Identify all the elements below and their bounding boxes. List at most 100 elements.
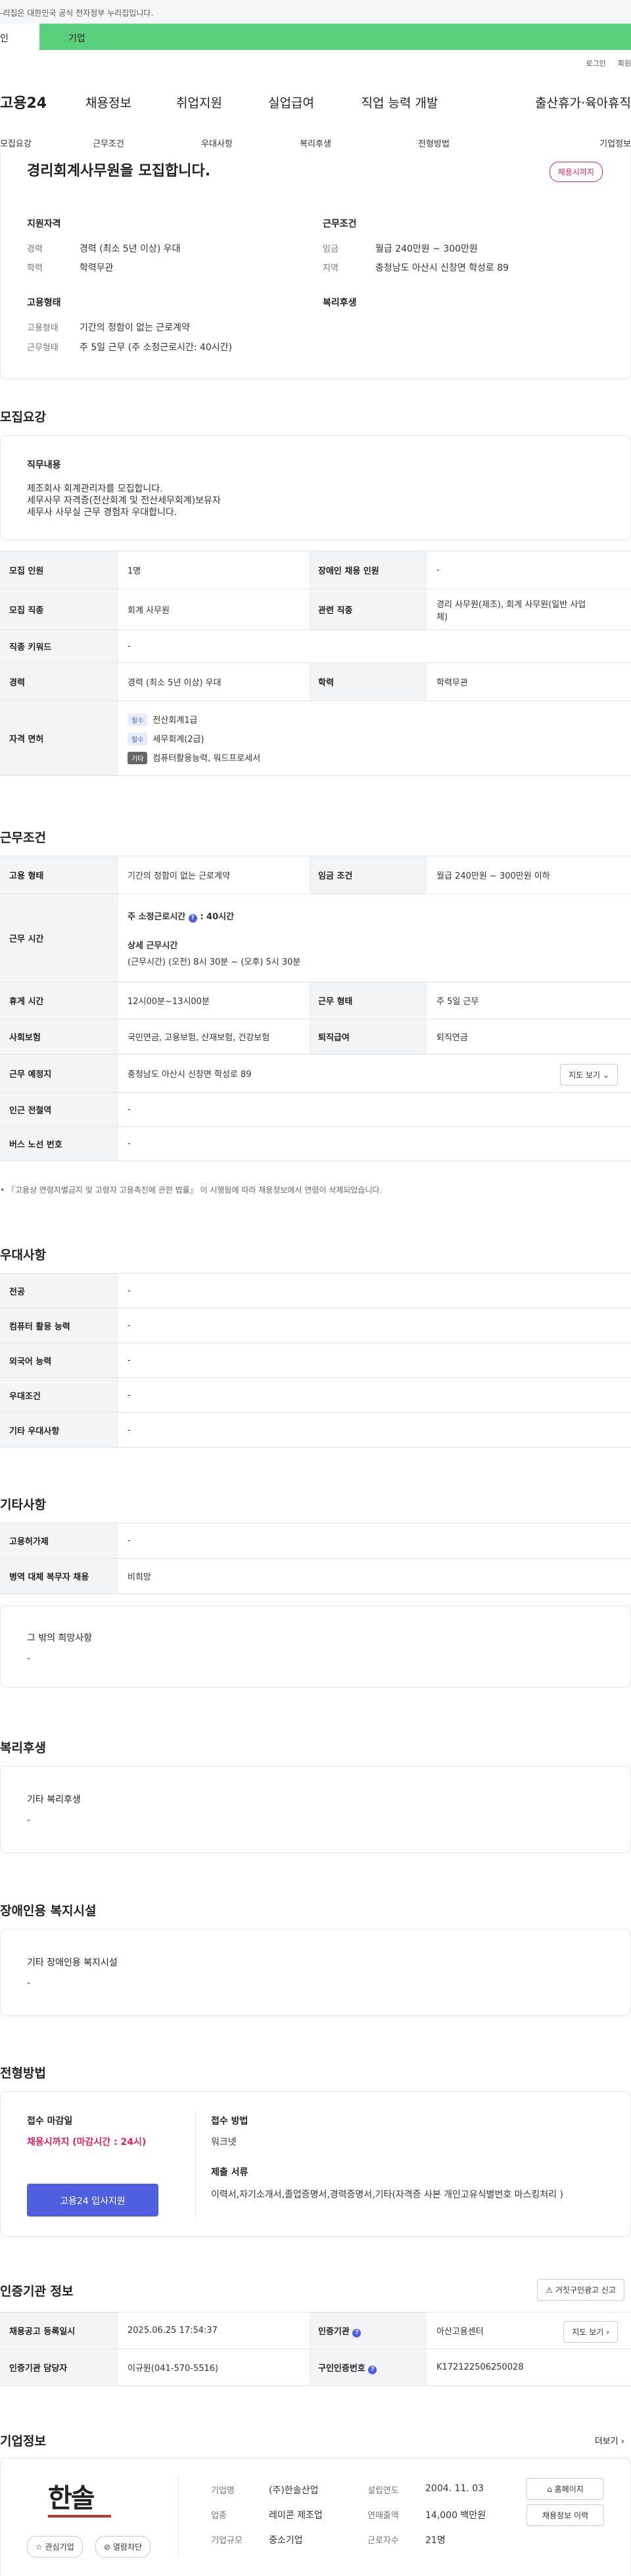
- report-ad-button[interactable]: ⚠ 거짓구인광고 신고: [537, 2279, 624, 2301]
- divider: [178, 2477, 179, 2556]
- table-header: 고용 형태: [0, 856, 118, 894]
- table-cell: -: [427, 551, 631, 589]
- table-header: 자격 면허: [0, 701, 118, 776]
- login-link[interactable]: 로그인: [586, 58, 605, 68]
- work-form-value: 주 5일 근무 (주 소정근로시간: 40시간): [80, 342, 233, 353]
- table-header: 고용허가제: [0, 1523, 118, 1559]
- block-view-button[interactable]: ⊘ 열람차단: [95, 2536, 151, 2558]
- nav-item-vocational-training[interactable]: 직업 능력 개발: [317, 93, 482, 111]
- nav-item-employment-support[interactable]: 취업지원: [133, 93, 265, 111]
- company-info-label: 기업명: [211, 2486, 235, 2496]
- table-header: 채용공고 등록일시: [0, 2312, 118, 2349]
- table-row: 경력 경력 (최소 5년 이상) 우대 학력 학력무관: [0, 662, 631, 701]
- table-cell: 2025.06.25 17:54:37: [118, 2312, 309, 2349]
- table-cell: 충청남도 아산시 신창면 학성로 89 지도 보기 ⌄: [118, 1054, 631, 1093]
- table-row: 고용허가제 -: [0, 1523, 631, 1559]
- info-icon[interactable]: ?: [352, 2328, 362, 2337]
- table-header: 모집 직종: [0, 589, 118, 630]
- homepage-label: 홈페이지: [554, 2485, 584, 2494]
- agency-map-button[interactable]: 지도 보기 ›: [563, 2321, 618, 2343]
- tab-process[interactable]: 전형방법: [375, 129, 493, 154]
- chevron-right-icon: ›: [606, 2328, 609, 2337]
- table-header: 퇴직급여: [309, 1019, 427, 1055]
- job-history-button[interactable]: 채용정보 이력: [526, 2504, 604, 2526]
- tab-recruit[interactable]: 모집요강: [0, 129, 39, 154]
- info-icon[interactable]: ?: [188, 913, 197, 923]
- table-row: 기타 우대사항 -: [0, 1412, 631, 1448]
- qual-career-value: 경력 (최소 5년 이상) 우대: [80, 244, 181, 254]
- agency-map-label: 지도 보기: [572, 2328, 604, 2337]
- conditions-section-title: 근무조건: [0, 831, 46, 845]
- company-info-value: (주)한솔산업: [269, 2485, 319, 2496]
- license-name: 컴퓨터활용능력, 워드프로세서: [152, 753, 261, 764]
- company-info-value: 레미콘 제조업: [269, 2510, 323, 2521]
- section-tabs: 모집요강 근무조건 우대사항 복리후생 전형방법 기업정보: [0, 129, 631, 155]
- table-cell: -: [118, 1412, 631, 1448]
- homepage-button[interactable]: ⌂ 홈페이지: [526, 2478, 604, 2500]
- tab-company-info[interactable]: 기업정보: [493, 129, 631, 154]
- job-description-line: 세무사 사무실 근무 경험자 우대합니다.: [27, 507, 177, 518]
- table-cell: 경리 사무원(제조), 회계 사무원(일반 사업 체): [427, 589, 631, 630]
- job-description-box: 직무내용 제조회사 회계관리자를 모집합니다. 세무사무 자격증(전산회계 및 …: [0, 435, 631, 540]
- company-logo-underline: [48, 2515, 111, 2518]
- weekly-hours: 주 소정근로시간 ? : 40시간: [128, 909, 622, 923]
- table-cell: 비희망: [118, 1558, 631, 1594]
- tab-company[interactable]: 기업: [39, 24, 631, 50]
- deadline-value: 채용시까지 (마감시간 : 24시): [27, 2137, 147, 2148]
- tab-welfare[interactable]: 복리후생: [256, 129, 375, 154]
- cert-agency-value: 아산고용센터: [436, 2327, 484, 2337]
- apply-button[interactable]: 고용24 입사지원: [27, 2184, 158, 2217]
- chevron-down-icon: ⌄: [602, 1070, 609, 1080]
- table-row: 모집 인원 1명 장애인 채용 인원 -: [0, 551, 631, 589]
- job-title: 경리회계사무원을 모집합니다.: [27, 163, 211, 179]
- nav-item-unemployment-benefit[interactable]: 실업급여: [265, 93, 317, 111]
- conditions-heading: 근무조건: [323, 219, 357, 229]
- cert-table: 채용공고 등록일시 2025.06.25 17:54:37 인증기관 ? 아산고…: [0, 2312, 631, 2386]
- company-info-value: 2004. 11. 03: [425, 2483, 484, 2494]
- detail-hours-value: (근무시간) (오전) 8시 30분 ~ (오후) 5시 30분: [128, 957, 301, 967]
- table-cell: -: [118, 1523, 631, 1559]
- table-row: 직종 키워드 -: [0, 630, 631, 663]
- job-description-line: 제조회사 회계관리자를 모집합니다.: [27, 484, 163, 494]
- table-row: 근무 시간 주 소정근로시간 ? : 40시간 상세 근무시간 (근무시간) (…: [0, 894, 631, 982]
- tab-personal[interactable]: 인: [0, 24, 39, 50]
- table-cell: 기간의 정함이 없는 근로계약: [118, 856, 309, 894]
- table-cell: 학력무관: [427, 662, 631, 701]
- company-more-link[interactable]: 더보기 ›: [595, 2434, 624, 2447]
- site-logo[interactable]: 고용24: [0, 91, 83, 112]
- disabled-box: 기타 장애인용 복지시설 -: [0, 1929, 631, 2016]
- gov-notice-text: -리집은 대한민국 공식 전자정부 누리집입니다.: [0, 9, 154, 18]
- qual-edu-value: 학력무관: [80, 263, 114, 273]
- etc-table: 고용허가제 - 병역 대체 복무자 채용 비희망: [0, 1523, 631, 1594]
- docs-label: 제출 서류: [211, 2167, 248, 2178]
- employment-type-heading: 고용형태: [27, 298, 61, 308]
- table-row: 컴퓨터 활용 능력 -: [0, 1308, 631, 1343]
- table-header: 학력: [309, 662, 427, 701]
- qualification-heading: 지원자격: [27, 219, 61, 229]
- recruit-table: 모집 인원 1명 장애인 채용 인원 - 모집 직종 회계 사무원 관련 직종 …: [0, 551, 631, 776]
- table-header: 근무 시간: [0, 894, 118, 982]
- recruit-section-title: 모집요강: [0, 410, 46, 425]
- company-info-label: 업종: [211, 2511, 227, 2521]
- table-cell: -: [118, 1343, 631, 1378]
- nav-item-parental-leave[interactable]: 출산휴가·육아휴직: [482, 93, 631, 111]
- block-icon: ⊘: [104, 2542, 111, 2552]
- table-row: 버스 노선 번호 -: [0, 1126, 631, 1161]
- info-icon[interactable]: ?: [368, 2365, 377, 2374]
- table-cell: -: [118, 1273, 631, 1308]
- divider: [195, 2111, 196, 2220]
- weekly-hours-label: 주 소정근로시간: [128, 911, 186, 922]
- related-job-line: 체): [436, 612, 448, 622]
- work-location-value: 충청남도 아산시 신창면 학성로 89: [128, 1070, 252, 1080]
- join-link[interactable]: 회원: [618, 58, 631, 68]
- method-value: 워크넷: [211, 2137, 237, 2148]
- table-row: 우대조건 -: [0, 1377, 631, 1413]
- tab-preferences[interactable]: 우대사항: [177, 129, 256, 154]
- map-button[interactable]: 지도 보기 ⌄: [560, 1064, 618, 1086]
- nav-item-jobs[interactable]: 채용정보: [83, 93, 133, 111]
- table-header: 기타 우대사항: [0, 1412, 118, 1448]
- license-item: 필수 전산회계1급: [128, 713, 622, 726]
- tab-conditions[interactable]: 근무조건: [39, 129, 177, 154]
- favorite-company-button[interactable]: ☆ 관심기업: [27, 2536, 83, 2558]
- age-law-note: • 『고용상 연령차별금지 및 고령자 고용촉진에 관한 법률』 이 시행됨에 …: [0, 1185, 383, 1195]
